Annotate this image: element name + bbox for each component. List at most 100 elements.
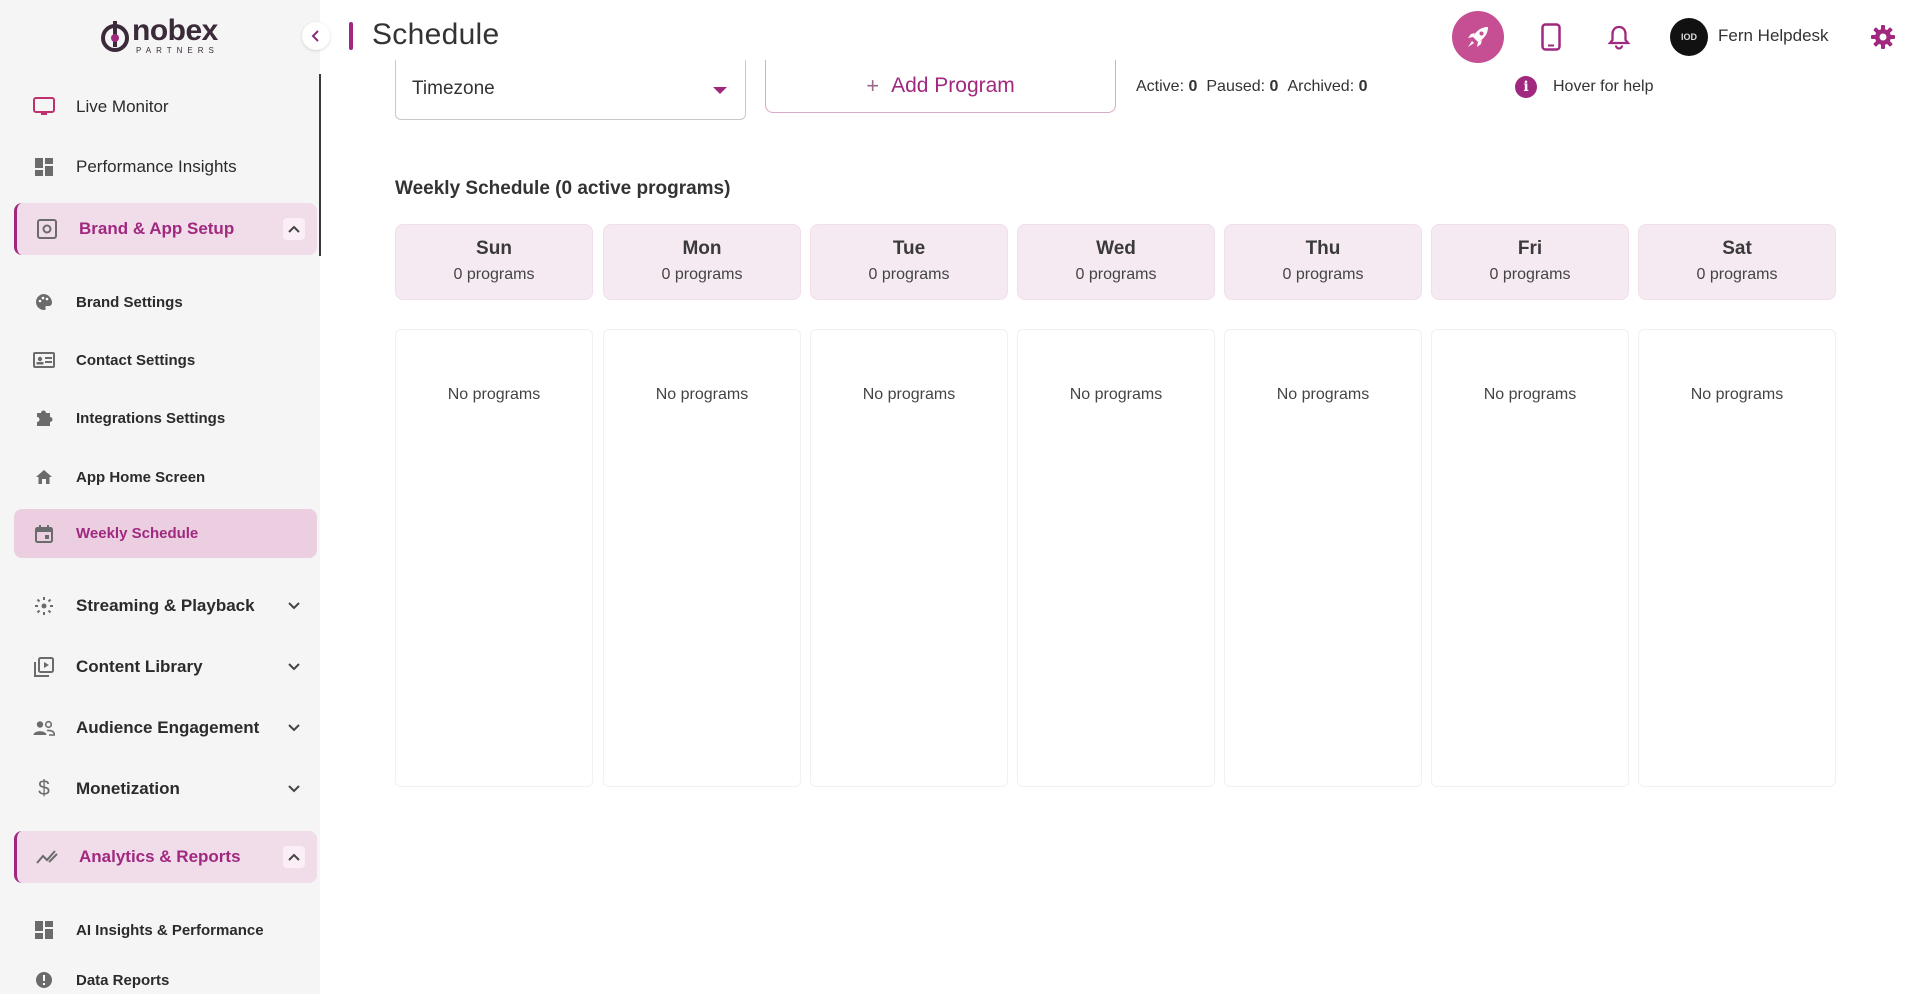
sidebar-group-label: Audience Engagement [76, 718, 260, 737]
sidebar-item-label: AI Insights & Performance [76, 921, 264, 939]
sidebar-group-label: Streaming & Playback [76, 596, 255, 615]
timezone-value: Timezone [412, 78, 495, 99]
stat-archived-label: Archived: [1287, 78, 1355, 95]
day-column-fri[interactable]: No programs [1431, 329, 1629, 787]
logo-word: nobex [132, 14, 218, 47]
day-name: Mon [682, 238, 722, 259]
title-accent-bar [349, 22, 353, 50]
avatar[interactable]: IOD [1670, 18, 1708, 56]
sidebar-item-data-reports[interactable]: Data Reports [14, 967, 317, 993]
collapse-sidebar-button[interactable] [302, 22, 330, 50]
brand-logo[interactable]: nobex PARTNERS [100, 16, 219, 55]
day-program-count: 0 programs [661, 266, 743, 283]
notifications-button[interactable] [1604, 22, 1634, 52]
day-column-sun[interactable]: No programs [395, 329, 593, 787]
help-tooltip-trigger[interactable]: i Hover for help [1515, 76, 1654, 98]
sidebar-item-brand-settings[interactable]: Brand Settings [14, 280, 317, 324]
library-icon [30, 653, 58, 681]
day-program-count: 0 programs [453, 266, 535, 283]
day-name: Sun [476, 238, 512, 259]
chevron-down-icon[interactable] [283, 717, 305, 739]
sidebar-item-app-home-screen[interactable]: App Home Screen [14, 455, 317, 499]
logo-mark-icon [101, 20, 129, 52]
sidebar-group-brand-app-setup[interactable]: Brand & App Setup [14, 203, 317, 255]
plus-icon: + [866, 73, 880, 98]
day-header-sun[interactable]: Sun 0 programs [395, 224, 593, 300]
sidebar-item-ai-insights-performance[interactable]: AI Insights & Performance [14, 908, 317, 952]
day-column-wed[interactable]: No programs [1017, 329, 1215, 787]
day-name: Fri [1517, 238, 1543, 259]
empty-state-text: No programs [1483, 386, 1577, 403]
chevron-up-icon[interactable] [283, 218, 305, 240]
home-icon [30, 463, 58, 491]
day-header-fri[interactable]: Fri 0 programs [1431, 224, 1629, 300]
stat-paused-label: Paused: [1206, 78, 1266, 95]
sidebar-group-audience-engagement[interactable]: Audience Engagement [14, 704, 317, 752]
add-program-button[interactable]: + Add Program [765, 60, 1116, 113]
day-header-thu[interactable]: Thu 0 programs [1224, 224, 1422, 300]
contact-card-icon [30, 346, 58, 374]
chevron-down-icon[interactable] [283, 778, 305, 800]
monitor-icon [30, 93, 58, 121]
day-header-wed[interactable]: Wed 0 programs [1017, 224, 1215, 300]
user-name[interactable]: Fern Helpdesk [1718, 26, 1829, 46]
day-column-tue[interactable]: No programs [810, 329, 1008, 787]
day-name: Tue [892, 238, 926, 259]
stat-active-value: 0 [1188, 78, 1198, 95]
sidebar-item-label: Integrations Settings [76, 409, 226, 427]
day-column-sat[interactable]: No programs [1638, 329, 1836, 787]
page-title: Schedule [372, 18, 500, 51]
logo-subtitle: PARTNERS [136, 46, 219, 55]
sidebar-divider [319, 74, 321, 256]
day-header-tue[interactable]: Tue 0 programs [810, 224, 1008, 300]
day-column-mon[interactable]: No programs [603, 329, 801, 787]
sidebar-group-label: Content Library [76, 657, 203, 676]
stat-archived-value: 0 [1358, 78, 1368, 95]
sidebar-item-live-monitor[interactable]: Live Monitor [14, 84, 317, 130]
gear-icon [1871, 25, 1895, 49]
rocket-icon [1468, 27, 1488, 47]
mobile-preview-button[interactable] [1536, 22, 1566, 52]
puzzle-icon [30, 404, 58, 432]
dashboard-icon [30, 916, 58, 944]
sidebar-group-monetization[interactable]: $ Monetization [14, 765, 317, 813]
day-program-count: 0 programs [1696, 266, 1778, 283]
add-program-label: Add Program [891, 74, 1015, 97]
sidebar-group-label: Brand & App Setup [79, 219, 235, 238]
settings-button[interactable] [1868, 22, 1898, 52]
calendar-icon [30, 520, 58, 548]
sidebar-group-label: Analytics & Reports [79, 847, 241, 866]
empty-state-text: No programs [862, 386, 956, 403]
sidebar-group-streaming-playback[interactable]: Streaming & Playback [14, 582, 317, 630]
empty-state-text: No programs [1069, 386, 1163, 403]
chevron-down-icon[interactable] [283, 656, 305, 678]
sidebar-group-analytics-reports[interactable]: Analytics & Reports [14, 831, 317, 883]
sidebar-item-contact-settings[interactable]: Contact Settings [14, 338, 317, 382]
day-program-count: 0 programs [1075, 266, 1157, 283]
day-name: Wed [1096, 238, 1136, 259]
day-header-sat[interactable]: Sat 0 programs [1638, 224, 1836, 300]
day-name: Sat [1722, 238, 1752, 259]
day-header-mon[interactable]: Mon 0 programs [603, 224, 801, 300]
chevron-down-icon[interactable] [283, 595, 305, 617]
sidebar-item-performance-insights[interactable]: Performance Insights [14, 144, 317, 190]
sidebar-item-label: Weekly Schedule [76, 525, 199, 542]
sidebar-item-integrations-settings[interactable]: Integrations Settings [14, 396, 317, 440]
sidebar-item-label: Data Reports [76, 971, 170, 989]
sidebar-group-content-library[interactable]: Content Library [14, 643, 317, 691]
caret-down-icon [713, 87, 727, 94]
chevron-left-icon [311, 30, 319, 42]
empty-state-text: No programs [1690, 386, 1784, 403]
rocket-button[interactable] [1452, 11, 1504, 63]
day-program-count: 0 programs [1282, 266, 1364, 283]
analytics-icon [33, 843, 61, 871]
dollar-icon: $ [38, 777, 50, 800]
timezone-select[interactable]: Timezone [395, 60, 746, 120]
alert-circle-icon [30, 966, 58, 994]
day-column-thu[interactable]: No programs [1224, 329, 1422, 787]
sidebar-item-weekly-schedule[interactable]: Weekly Schedule [14, 509, 317, 558]
sidebar-group-label: Monetization [76, 779, 180, 798]
empty-state-text: No programs [1276, 386, 1370, 403]
chevron-up-icon[interactable] [283, 846, 305, 868]
dashboard-icon [30, 153, 58, 181]
